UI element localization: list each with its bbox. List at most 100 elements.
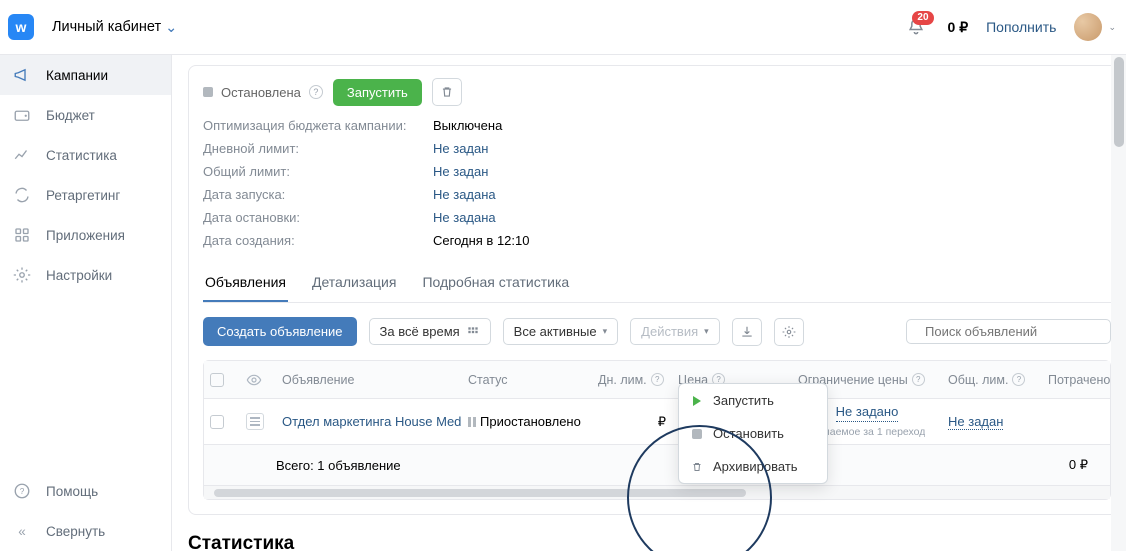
collapse-icon: « bbox=[12, 524, 32, 539]
meta-label: Дата остановки: bbox=[203, 210, 433, 225]
filter-select[interactable]: Все активные ▾ bbox=[503, 318, 618, 345]
col-daily-limit[interactable]: Дн. лим.? bbox=[592, 373, 672, 387]
sidebar: Кампании Бюджет Статистика Ретаргетинг П… bbox=[0, 55, 172, 551]
meta-label: Оптимизация бюджета кампании: bbox=[203, 118, 433, 133]
avatar-menu[interactable]: ⌄ bbox=[1074, 13, 1116, 41]
trash-icon bbox=[691, 461, 703, 473]
sidebar-item-stats[interactable]: Статистика bbox=[0, 135, 171, 175]
chevron-down-icon: ▾ bbox=[603, 326, 608, 337]
svg-text:?: ? bbox=[20, 487, 25, 496]
create-ad-button[interactable]: Создать объявление bbox=[203, 317, 357, 346]
tab-ads[interactable]: Объявления bbox=[203, 264, 288, 302]
daily-limit-link[interactable]: Не задан bbox=[433, 141, 1111, 156]
total-limit-cell[interactable]: Не задан bbox=[942, 414, 1042, 430]
megaphone-icon bbox=[12, 66, 32, 84]
row-checkbox[interactable] bbox=[210, 415, 224, 429]
chart-line-icon bbox=[12, 146, 32, 164]
daily-limit-cell: ₽ bbox=[592, 414, 672, 430]
cabinet-dropdown[interactable]: Личный кабинет ⌄ bbox=[52, 19, 177, 36]
start-date-link[interactable]: Не задана bbox=[433, 187, 1111, 202]
tab-full-stats[interactable]: Подробная статистика bbox=[420, 264, 571, 302]
col-status[interactable]: Статус bbox=[462, 373, 592, 387]
gear-icon bbox=[782, 325, 796, 339]
ctx-run[interactable]: Запустить bbox=[679, 384, 827, 417]
col-total-limit[interactable]: Общ. лим.? bbox=[942, 373, 1042, 387]
chevron-down-icon: ⌄ bbox=[1108, 22, 1116, 33]
meta-label: Дата создания: bbox=[203, 233, 433, 248]
sidebar-item-label: Бюджет bbox=[46, 108, 95, 123]
campaign-status: Остановлена ? bbox=[203, 85, 323, 100]
apps-icon bbox=[12, 226, 32, 244]
meta-value: Сегодня в 12:10 bbox=[433, 233, 1111, 248]
vk-logo[interactable]: w bbox=[8, 14, 34, 40]
help-icon[interactable]: ? bbox=[651, 373, 664, 386]
ctx-archive[interactable]: Архивировать bbox=[679, 450, 827, 483]
sidebar-item-label: Статистика bbox=[46, 148, 117, 163]
select-all-checkbox[interactable] bbox=[210, 373, 224, 387]
sidebar-item-apps[interactable]: Приложения bbox=[0, 215, 171, 255]
sidebar-item-settings[interactable]: Настройки bbox=[0, 255, 171, 295]
balance-value: 0 ₽ bbox=[948, 19, 969, 36]
question-icon: ? bbox=[12, 482, 32, 500]
status-context-menu: Запустить Остановить Архивировать bbox=[678, 383, 828, 484]
horizontal-scrollbar[interactable] bbox=[204, 485, 1110, 499]
help-icon[interactable]: ? bbox=[912, 373, 925, 386]
drag-handle-icon[interactable] bbox=[246, 413, 264, 430]
topbar: w Личный кабинет ⌄ 20 0 ₽ Пополнить ⌄ bbox=[0, 0, 1126, 55]
ctx-stop[interactable]: Остановить bbox=[679, 417, 827, 450]
sidebar-item-label: Кампании bbox=[46, 68, 108, 83]
play-icon bbox=[693, 396, 701, 406]
stop-icon bbox=[203, 87, 213, 97]
sidebar-item-label: Приложения bbox=[46, 228, 125, 243]
actions-select[interactable]: Действия ▾ bbox=[630, 318, 720, 345]
pause-icon bbox=[468, 417, 476, 427]
meta-label: Дневной лимит: bbox=[203, 141, 433, 156]
chevron-down-icon: ⌄ bbox=[165, 20, 177, 36]
sidebar-item-label: Помощь bbox=[46, 484, 98, 499]
tab-detail[interactable]: Детализация bbox=[310, 264, 398, 302]
trash-icon bbox=[440, 85, 454, 99]
gear-icon bbox=[12, 266, 32, 284]
sidebar-item-label: Свернуть bbox=[46, 524, 105, 539]
chevron-down-icon: ▾ bbox=[704, 326, 709, 337]
archive-button[interactable] bbox=[432, 78, 462, 106]
col-ad[interactable]: Объявление bbox=[276, 373, 462, 387]
sidebar-item-budget[interactable]: Бюджет bbox=[0, 95, 171, 135]
download-icon bbox=[740, 325, 754, 339]
run-campaign-button[interactable]: Запустить bbox=[333, 79, 422, 106]
tabs: Объявления Детализация Подробная статист… bbox=[203, 264, 1111, 303]
toolbar: Создать объявление За всё время Все акти… bbox=[203, 317, 1111, 346]
sidebar-item-label: Настройки bbox=[46, 268, 112, 283]
avatar bbox=[1074, 13, 1102, 41]
stats-heading: Статистика bbox=[188, 533, 1126, 551]
meta-value: Выключена bbox=[433, 118, 1111, 133]
period-select[interactable]: За всё время bbox=[369, 318, 491, 345]
stop-date-link[interactable]: Не задана bbox=[433, 210, 1111, 225]
eye-icon bbox=[246, 372, 262, 388]
ad-link[interactable]: Отдел маркетинга House Media bbox=[276, 414, 462, 429]
help-icon[interactable]: ? bbox=[309, 85, 323, 99]
wallet-icon bbox=[12, 106, 32, 124]
preview-column bbox=[240, 372, 276, 388]
search-box[interactable] bbox=[906, 319, 1111, 344]
stop-icon bbox=[692, 429, 702, 439]
meta-label: Общий лимит: bbox=[203, 164, 433, 179]
calendar-grid-icon bbox=[466, 325, 480, 339]
refresh-icon bbox=[12, 186, 32, 204]
topup-link[interactable]: Пополнить bbox=[986, 19, 1056, 35]
columns-settings-button[interactable] bbox=[774, 318, 804, 346]
sidebar-item-retargeting[interactable]: Ретаргетинг bbox=[0, 175, 171, 215]
notifications-button[interactable]: 20 bbox=[902, 13, 930, 41]
sidebar-collapse[interactable]: « Свернуть bbox=[0, 511, 171, 551]
help-icon[interactable]: ? bbox=[1012, 373, 1025, 386]
ads-table: Объявление Статус Дн. лим.? Цена? Ограни… bbox=[203, 360, 1111, 500]
search-input[interactable] bbox=[925, 324, 1101, 339]
sidebar-item-help[interactable]: ? Помощь bbox=[0, 471, 171, 511]
table-row: Отдел маркетинга House Media Приостановл… bbox=[204, 399, 1110, 445]
sidebar-item-campaigns[interactable]: Кампании bbox=[0, 55, 171, 95]
status-cell[interactable]: Приостановлено bbox=[462, 414, 592, 429]
download-button[interactable] bbox=[732, 318, 762, 346]
vertical-scrollbar[interactable] bbox=[1111, 55, 1126, 551]
sidebar-item-label: Ретаргетинг bbox=[46, 188, 120, 203]
total-limit-link[interactable]: Не задан bbox=[433, 164, 1111, 179]
